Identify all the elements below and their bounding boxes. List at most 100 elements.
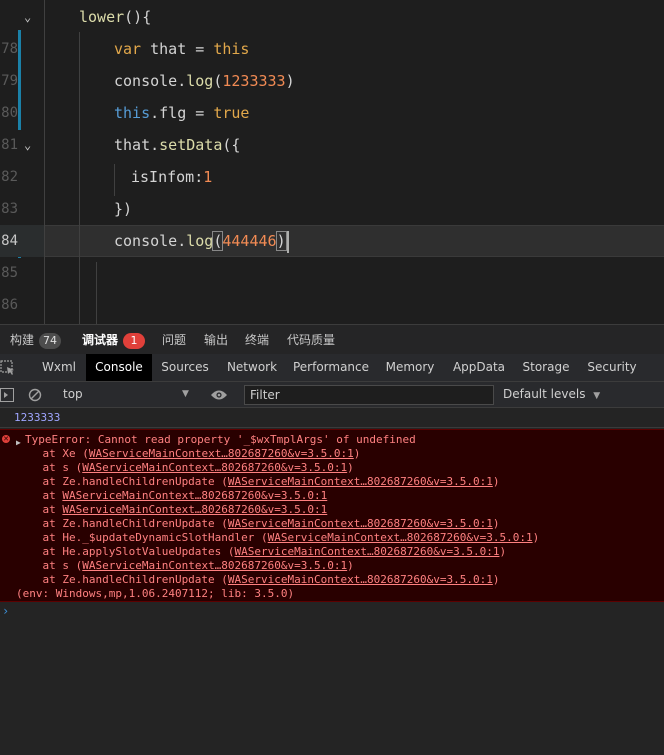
code-line[interactable]: 80 this.flg = true [0,97,664,129]
code-line[interactable]: 81 ⌄ that.setData({ [0,129,664,161]
stack-frame: at WAServiceMainContext…802687260&v=3.5.… [16,489,327,503]
stack-frame-function: at s ( [16,559,83,572]
context-selector[interactable]: top ▼ [54,382,194,407]
tab-performance[interactable]: Performance [292,354,370,381]
build-count-badge: 74 [39,332,62,349]
tab-terminal[interactable]: 终端 [245,325,269,355]
line-number: 86 [1,297,18,313]
code-token: console [114,232,178,250]
console-output[interactable]: 1233333 ✕ ▶ TypeError: Cannot read prope… [0,408,664,755]
tab-security[interactable]: Security [584,354,640,381]
eye-icon[interactable] [210,389,228,401]
stack-frame-function: at Ze.handleChildrenUpdate ( [16,573,228,586]
text-cursor [286,230,289,253]
code-token: this [213,40,250,58]
code-line[interactable]: ⌄ lower(){ [0,1,664,33]
bottom-panel-tabs: 构建 74 调试器 1 问题 输出 终端 代码质量 [0,324,664,354]
code-text: this.flg = true [114,97,249,129]
indent-guide [79,32,80,324]
indent-guide [114,164,115,196]
toggle-sidebar-icon[interactable] [0,388,14,402]
code-token: . [177,72,187,90]
code-token: 444446 [222,232,277,250]
stack-frame-suffix: ) [532,531,540,544]
code-token: lower [79,8,125,26]
line-number: 80 [1,105,18,121]
tab-problems[interactable]: 问题 [162,325,186,355]
tab-storage[interactable]: Storage [518,354,574,381]
stack-frame-suffix: ) [353,447,361,460]
fold-chevron-icon[interactable]: ⌄ [24,129,31,161]
expand-triangle-icon[interactable]: ▶ [16,438,21,447]
stack-frame-suffix: ) [347,559,354,572]
code-token: : [194,168,204,186]
stack-frame: at Ze.handleChildrenUpdate (WAServiceMai… [16,517,499,531]
code-text: isInfom:1 [131,161,212,193]
tab-sources[interactable]: Sources [156,354,214,381]
code-token: . [150,104,160,122]
line-number: 79 [1,73,18,89]
code-text: console.log(444446) [114,225,289,257]
code-token: setData [159,136,223,154]
stack-frame-link[interactable]: WAServiceMainContext…802687260&v=3.5.0:1 [62,489,327,502]
code-editor[interactable]: ⌄ lower(){78 var that = this 79 console.log(… [0,0,664,324]
code-token: 1233333 [222,72,286,90]
stack-frame-suffix: ) [499,545,507,558]
stack-frame-link[interactable]: WAServiceMainContext…802687260&v=3.5.0:1 [228,573,493,586]
chevron-down-icon: ▼ [593,391,601,401]
stack-frame-link[interactable]: WAServiceMainContext…802687260&v=3.5.0:1 [235,545,500,558]
code-line[interactable]: 78 var that = this [0,33,664,65]
code-line[interactable]: 79 console.log(1233333) [0,65,664,97]
tab-output[interactable]: 输出 [204,325,228,355]
code-token: isInfom [131,168,195,186]
line-number: 85 [1,265,18,281]
code-token: . [150,136,160,154]
stack-frame: at He._$updateDynamicSlotHandler (WAServ… [16,531,539,545]
code-token: ({ [222,136,241,154]
console-prompt-icon[interactable]: › [2,604,9,618]
code-line[interactable]: 82 isInfom:1 [0,161,664,193]
code-token: log [186,232,214,250]
fold-chevron-icon[interactable]: ⌄ [24,1,31,33]
stack-frame-function: at [16,489,63,502]
tab-build[interactable]: 构建 74 [10,325,62,355]
stack-frame-function: at s ( [16,461,83,474]
stack-frame-link[interactable]: WAServiceMainContext…802687260&v=3.5.0:1 [89,447,354,460]
tab-code-quality[interactable]: 代码质量 [287,325,335,355]
code-line[interactable]: 84 console.log(444446) [0,225,664,257]
code-line[interactable]: 83}) [0,193,664,225]
tab-memory[interactable]: Memory [382,354,438,381]
tab-appdata[interactable]: AppData [450,354,508,381]
code-line[interactable]: 86 [0,289,664,321]
stack-frame-link[interactable]: WAServiceMainContext…802687260&v=3.5.0:1 [82,559,347,572]
code-token: that [150,40,187,58]
tab-network[interactable]: Network [222,354,282,381]
tab-debugger[interactable]: 调试器 1 [82,325,146,355]
code-token: }) [114,200,133,218]
code-token: . [177,232,187,250]
tab-wxml[interactable]: Wxml [34,354,84,381]
code-text: console.log(1233333) [114,65,295,97]
stack-frame: at s (WAServiceMainContext…802687260&v=3… [16,559,354,573]
stack-frame-link[interactable]: WAServiceMainContext…802687260&v=3.5.0:1 [82,461,347,474]
filter-input[interactable] [244,385,494,405]
stack-frame-link[interactable]: WAServiceMainContext…802687260&v=3.5.0:1 [228,475,493,488]
code-line[interactable]: 85 [0,257,664,289]
log-levels-dropdown[interactable]: Default levels ▼ [503,382,600,407]
devtools-tabs: Wxml Console Sources Network Performance… [0,354,664,382]
line-number [0,1,18,33]
indent-guide [44,0,45,324]
inspect-element-icon[interactable] [0,360,16,376]
code-text: var that = this [114,33,249,65]
clear-console-icon[interactable] [28,388,42,402]
debugger-error-badge: 1 [123,332,146,349]
stack-frame-suffix: ) [347,461,354,474]
tab-console[interactable]: Console [86,354,152,381]
stack-frame-link[interactable]: WAServiceMainContext…802687260&v=3.5.0:1 [62,503,327,516]
indent-guide [96,262,97,324]
stack-frame-function: at Ze.handleChildrenUpdate ( [16,517,228,530]
stack-frame-link[interactable]: WAServiceMainContext…802687260&v=3.5.0:1 [228,517,493,530]
stack-frame-link[interactable]: WAServiceMainContext…802687260&v=3.5.0:1 [268,531,533,544]
console-toolbar: top ▼ Default levels ▼ [0,382,664,408]
error-icon: ✕ [2,435,10,443]
